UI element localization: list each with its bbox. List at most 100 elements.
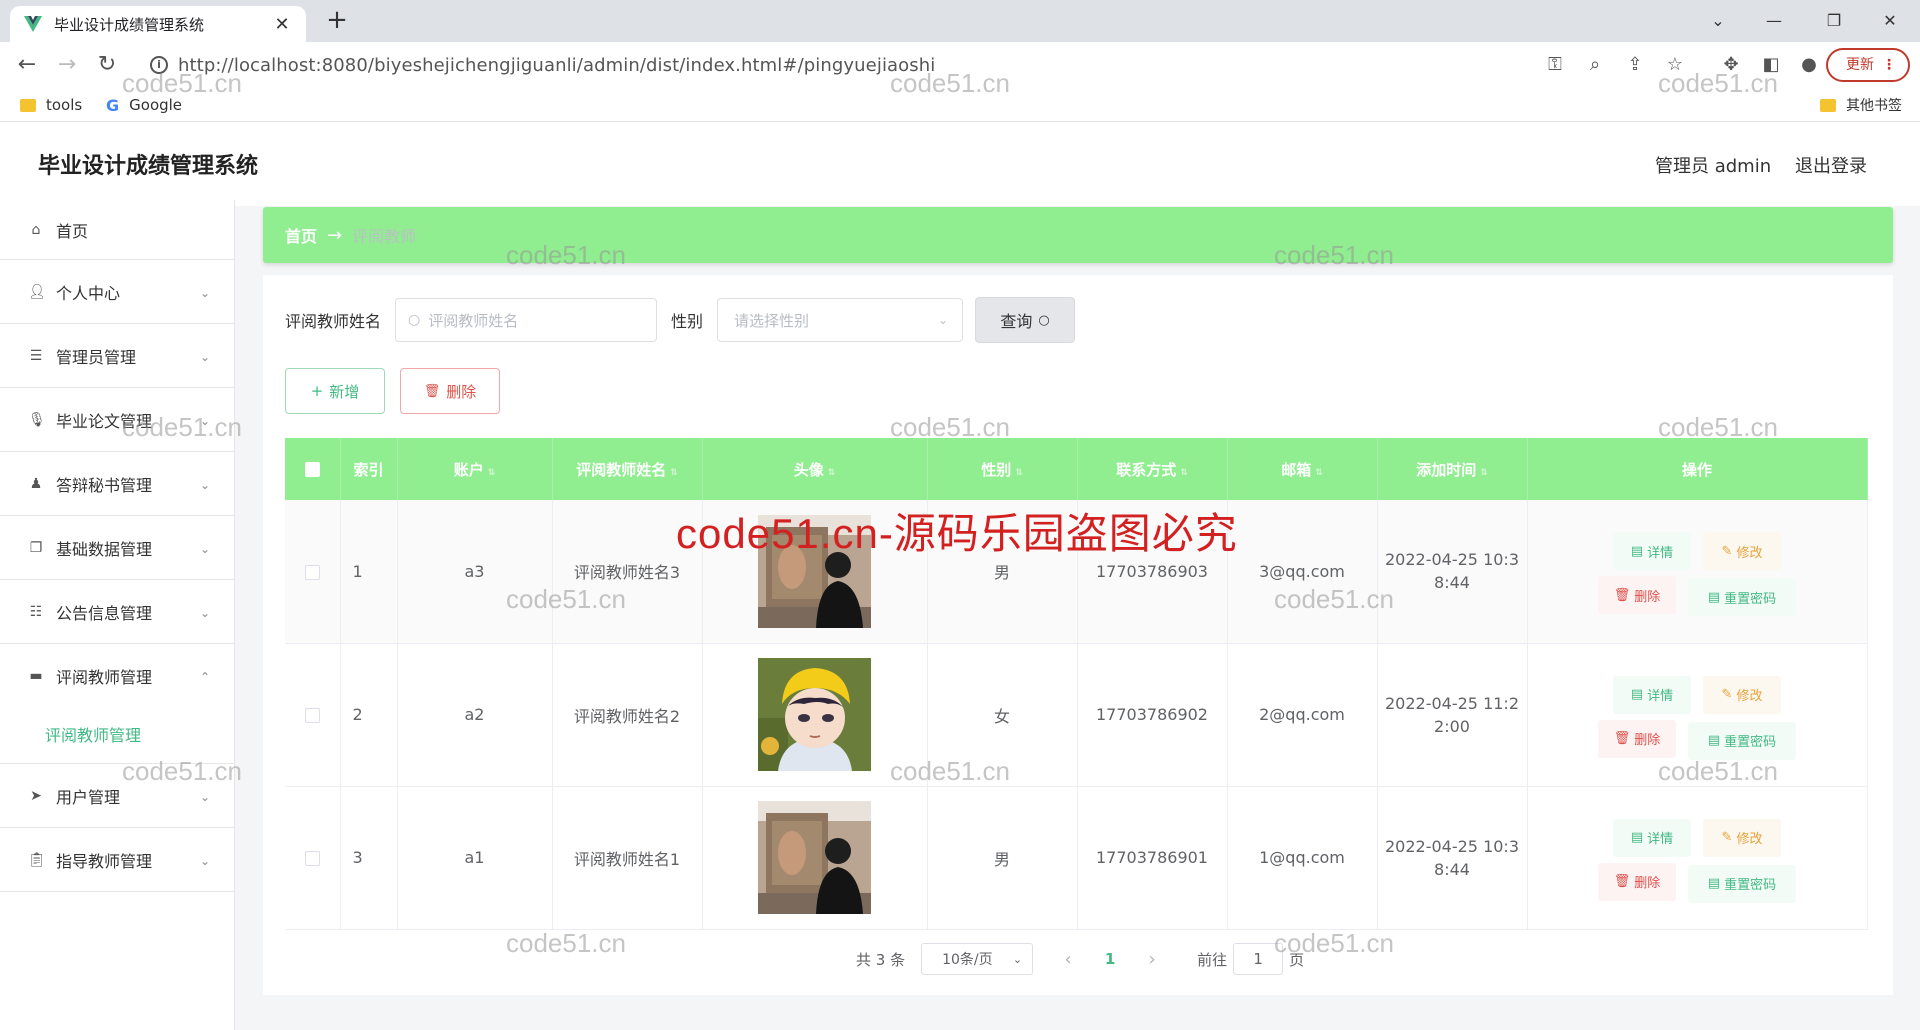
column-header-email[interactable]: 邮箱 ⇅	[1227, 438, 1378, 500]
chevron-down-icon: ⌄	[937, 313, 949, 327]
sidebar-item-users[interactable]: ➤ 用户管理 ⌄	[0, 764, 234, 828]
sidebar-item-advisor[interactable]: 📋︎ 指导教师管理 ⌄	[0, 828, 234, 892]
detail-button[interactable]: ▤ 详情	[1613, 532, 1691, 571]
tab-search-chevron-icon[interactable]: ⌄	[1690, 4, 1746, 38]
doc-icon: ▤	[1630, 543, 1644, 559]
table-row: 3 a1 评阅教师姓名1 男 17703786901 1@qq.com 2022…	[285, 786, 1868, 930]
restore-icon[interactable]: ❐	[1806, 4, 1862, 38]
reset-password-button[interactable]: ▤ 重置密码	[1688, 864, 1796, 903]
select-all-checkbox[interactable]	[304, 462, 320, 477]
sidebar-item-admin[interactable]: ☰ 管理员管理 ⌄	[0, 324, 234, 388]
edit-button[interactable]: ✎ 修改	[1703, 532, 1781, 571]
minimize-icon[interactable]: —	[1746, 4, 1802, 38]
back-icon[interactable]: ←	[12, 50, 42, 80]
row-checkbox[interactable]	[304, 564, 320, 580]
phone-cell: 17703786903	[1077, 500, 1228, 644]
row-checkbox[interactable]	[304, 708, 320, 723]
profile-icon[interactable]: ●	[1794, 50, 1824, 80]
prev-page-icon[interactable]: ‹	[1053, 949, 1083, 970]
add-button[interactable]: + 新增	[285, 368, 385, 414]
search-icon: ○	[408, 312, 421, 328]
avatar-image[interactable]	[758, 801, 871, 914]
sort-icon[interactable]: ⇅	[670, 468, 678, 478]
key-icon[interactable]: ⚿	[1540, 50, 1570, 80]
page-size-select[interactable]: 10条/页 ⌄	[921, 943, 1034, 975]
goto-page-input[interactable]: 1	[1233, 943, 1284, 975]
sort-icon[interactable]: ⇅	[1015, 468, 1023, 478]
chevron-down-icon: ⌄	[1012, 952, 1023, 966]
sidebar-subitem-reviewer-manage[interactable]: 评阅教师管理	[0, 708, 234, 764]
detail-label: 详情	[1647, 832, 1674, 847]
avatar-image[interactable]	[758, 658, 871, 771]
bookmark-label: Google	[129, 96, 183, 114]
tab-close-icon[interactable]: ✕	[272, 14, 292, 35]
star-icon[interactable]: ☆	[1660, 50, 1690, 80]
zoom-icon[interactable]: ⌕	[1580, 50, 1610, 80]
more-menu-icon: ⋮	[1882, 57, 1896, 73]
sidebar-item-notice[interactable]: ☷ 公告信息管理 ⌄	[0, 580, 234, 644]
sort-icon[interactable]: ⇅	[1315, 468, 1323, 478]
sort-icon[interactable]: ⇅	[1480, 468, 1488, 478]
next-page-icon[interactable]: ›	[1137, 949, 1167, 970]
column-header-account[interactable]: 账户 ⇅	[397, 438, 553, 500]
avatar-image[interactable]	[758, 514, 871, 628]
sidebar-item-personal[interactable]: 👤︎ 个人中心 ⌄	[0, 260, 234, 324]
row-checkbox[interactable]	[304, 851, 320, 866]
query-button[interactable]: 查询 ○	[975, 297, 1076, 343]
sidebar-item-reviewer[interactable]: ▬ 评阅教师管理 ⌃	[0, 644, 234, 708]
breadcrumb-home[interactable]: 首页	[285, 223, 317, 247]
browser-tab[interactable]: 毕业设计成绩管理系统 ✕	[10, 6, 306, 42]
sidebar-item-label: 个人中心	[56, 283, 121, 303]
sort-icon[interactable]: ⇅	[1180, 468, 1188, 478]
reset-password-button[interactable]: ▤ 重置密码	[1688, 578, 1796, 617]
header-user: 管理员 admin	[1655, 156, 1772, 177]
side-panel-icon[interactable]: ◧	[1756, 50, 1786, 80]
reload-icon[interactable]: ↻	[92, 50, 122, 80]
bookmark-other[interactable]: 其他书签	[1820, 94, 1902, 116]
edit-button[interactable]: ✎ 修改	[1703, 675, 1781, 714]
column-header-phone[interactable]: 联系方式 ⇅	[1077, 438, 1228, 500]
bookmark-tools[interactable]: tools	[20, 94, 82, 116]
chevron-down-icon: ⌄	[199, 790, 210, 804]
sidebar-item-secretary[interactable]: ♟ 答辩秘书管理 ⌄	[0, 452, 234, 516]
update-button[interactable]: 更新 ⋮	[1826, 48, 1910, 82]
gender-label: 性别	[671, 312, 704, 331]
delete-button[interactable]: 🗑︎ 删除	[1598, 862, 1676, 901]
window-close-icon[interactable]: ✕	[1862, 4, 1918, 38]
forward-icon[interactable]: →	[52, 50, 82, 80]
bookmark-google[interactable]: G Google	[106, 94, 182, 116]
edit-button[interactable]: ✎ 修改	[1703, 818, 1781, 857]
column-header-gender[interactable]: 性别 ⇅	[927, 438, 1078, 500]
logout-link[interactable]: 退出登录	[1795, 152, 1867, 178]
column-header-time[interactable]: 添加时间 ⇅	[1377, 438, 1528, 500]
omnibox[interactable]: i http://localhost:8080/biyeshejichengji…	[136, 48, 1916, 82]
breadcrumb: 首页 → 评阅教师	[263, 207, 1893, 263]
sort-icon[interactable]: ⇅	[828, 468, 836, 478]
sort-icon[interactable]: ⇅	[488, 468, 496, 478]
site-info-icon[interactable]: i	[150, 56, 168, 74]
gender-select[interactable]: 请选择性别 ⌄	[717, 298, 964, 342]
column-header-name[interactable]: 评阅教师姓名 ⇅	[552, 438, 703, 500]
share-icon[interactable]: ⇪	[1620, 50, 1650, 80]
sidebar-item-home[interactable]: ⌂ 首页	[0, 200, 234, 260]
name-search-input[interactable]: ○ 评阅教师姓名	[395, 298, 658, 342]
list-icon: ☰	[29, 347, 43, 364]
sidebar-item-basedata[interactable]: ❐ 基础数据管理 ⌄	[0, 516, 234, 580]
delete-button[interactable]: 🗑︎ 删除	[1598, 719, 1676, 758]
time-line: 2022-04-25 10:3	[1385, 550, 1519, 570]
url-text[interactable]: http://localhost:8080/biyeshejichengjigu…	[178, 55, 935, 76]
page-number[interactable]: 1	[1095, 950, 1125, 968]
sidebar-item-thesis[interactable]: 🎙︎ 毕业论文管理 ⌄	[0, 388, 234, 452]
reset-password-button[interactable]: ▤ 重置密码	[1688, 721, 1796, 760]
search-icon: ○	[1038, 312, 1050, 328]
detail-button[interactable]: ▤ 详情	[1613, 675, 1691, 714]
column-header-avatar[interactable]: 头像 ⇅	[702, 438, 928, 500]
email-cell: 3@qq.com	[1227, 500, 1378, 644]
row-select-cell	[285, 786, 341, 930]
batch-delete-button[interactable]: 🗑︎ 删除	[400, 368, 500, 414]
extensions-icon[interactable]: ✥	[1716, 50, 1746, 80]
delete-button[interactable]: 🗑︎ 删除	[1598, 576, 1676, 615]
detail-button[interactable]: ▤ 详情	[1613, 818, 1691, 857]
time-cell: 2022-04-25 10:3 8:44	[1377, 500, 1528, 644]
new-tab-icon[interactable]: +	[322, 6, 352, 36]
